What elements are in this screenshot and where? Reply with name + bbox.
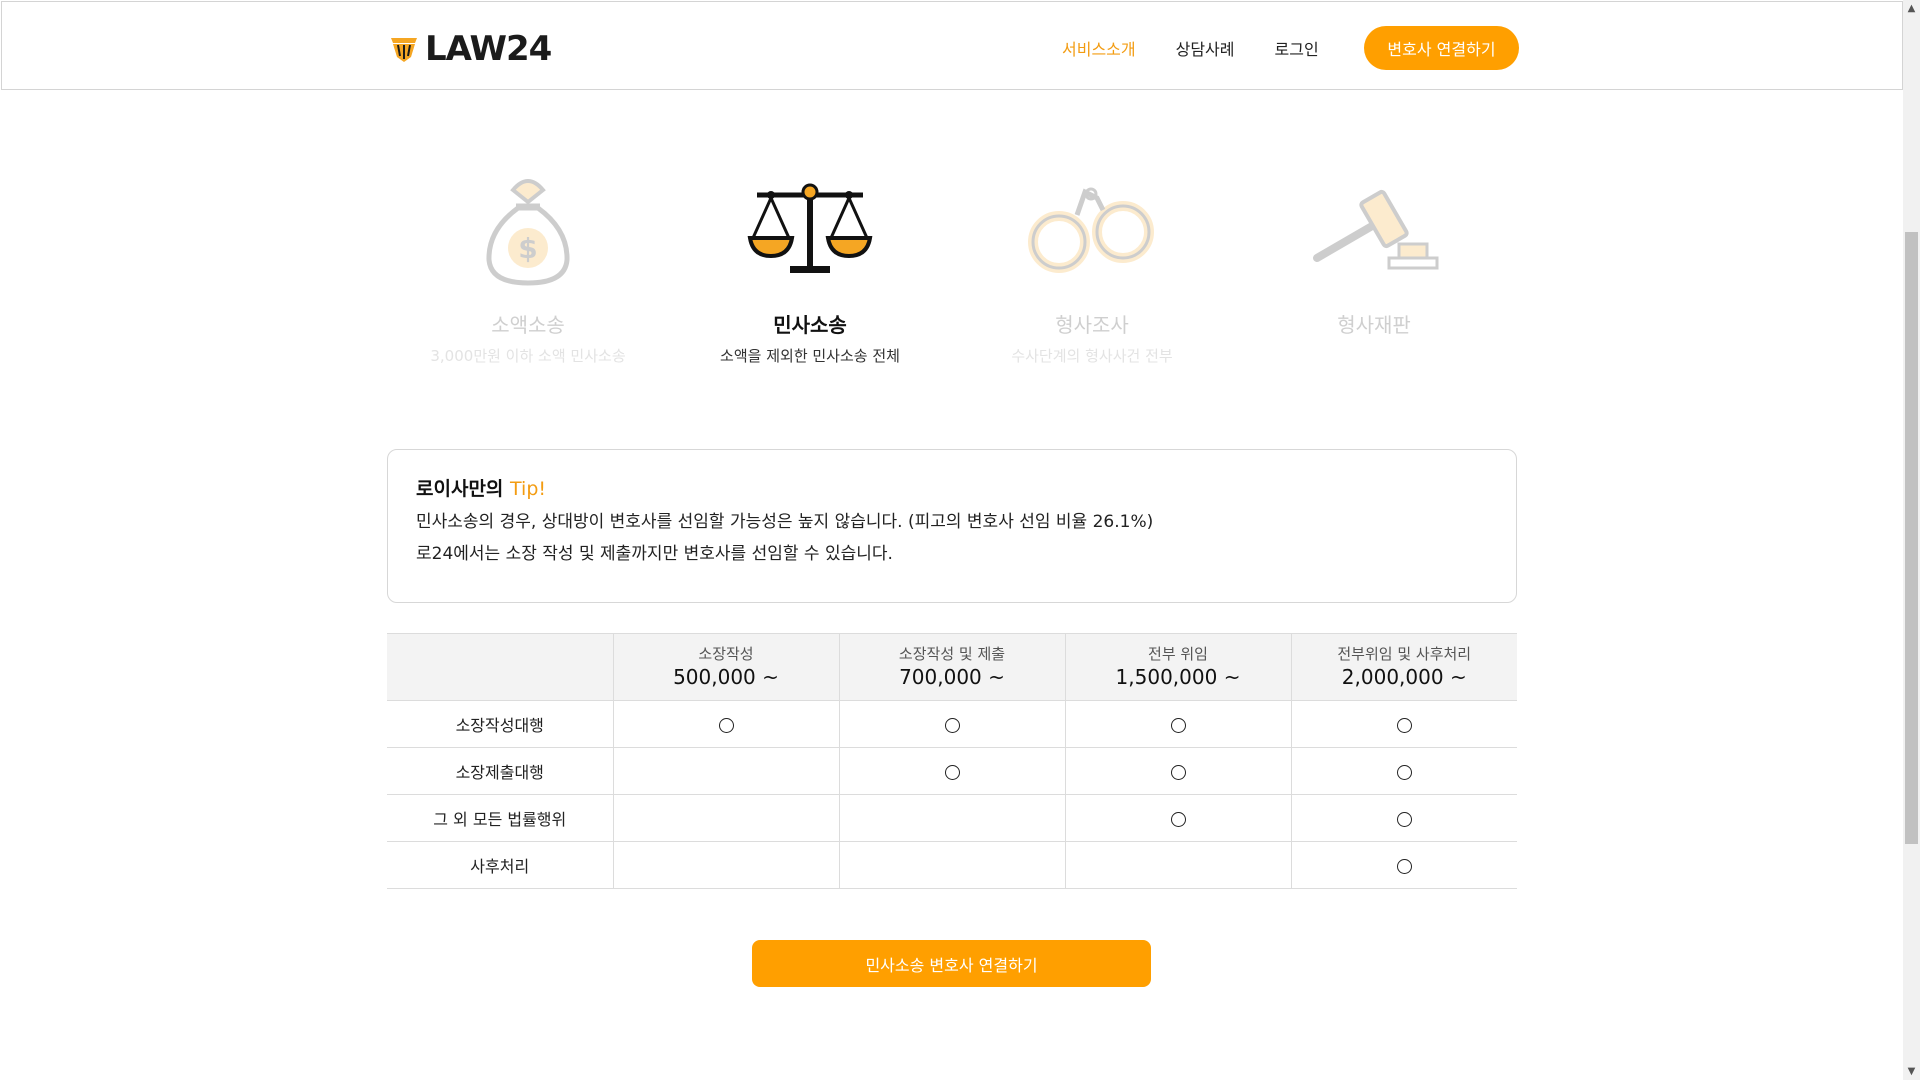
category-title: 소액소송 (491, 313, 565, 337)
page: LAW24 서비스소개 상담사례 로그인 변호사 연결하기 ▲ ▼ $ 소액소송… (0, 0, 1920, 1080)
category-small-claims[interactable]: $ 소액소송 3,000만원 이하 소액 민사소송 (387, 160, 669, 366)
circle-check-icon (944, 764, 960, 780)
category-desc: 3,000만원 이하 소액 민사소송 (430, 347, 626, 365)
table-cell (1065, 841, 1292, 889)
table-cell (1065, 794, 1292, 842)
category-title: 민사소송 (773, 313, 847, 337)
table-row: 소장제출대행 (387, 747, 1517, 795)
circle-check-icon (1170, 764, 1186, 780)
plan-name: 소장작성 (698, 645, 754, 663)
table-cell (839, 700, 1066, 748)
site-header: LAW24 서비스소개 상담사례 로그인 변호사 연결하기 (1, 1, 1903, 90)
table-header-plan: 전부위임 및 사후처리 2,000,000 ~ (1291, 633, 1517, 701)
row-label: 사후처리 (387, 841, 614, 889)
tip-title-accent: Tip! (510, 478, 546, 500)
category-desc: 소액을 제외한 민사소송 전체 (720, 347, 900, 365)
category-title: 형사조사 (1055, 313, 1129, 337)
table-cell (613, 841, 840, 889)
handcuffs-icon (1028, 187, 1154, 273)
table-body: 소장작성대행 소장제출대행 그 외 모든 법률행위 사후처리 (387, 700, 1517, 889)
connect-lawyer-button[interactable]: 변호사 연결하기 (1364, 26, 1519, 70)
scales-icon (747, 183, 873, 273)
row-label: 소장작성대행 (387, 700, 614, 748)
scroll-down-icon[interactable]: ▼ (1903, 1063, 1920, 1080)
table-cell (1065, 747, 1292, 795)
pricing-table: 소장작성 500,000 ~ 소장작성 및 제출 700,000 ~ 전부 위임… (387, 633, 1517, 889)
gavel-icon (1313, 189, 1439, 270)
nav-item-cases[interactable]: 상담사례 (1176, 36, 1235, 60)
table-row: 그 외 모든 법률행위 (387, 794, 1517, 842)
scroll-thumb[interactable] (1905, 232, 1918, 844)
circle-check-icon (944, 717, 960, 733)
nav-item-login[interactable]: 로그인 (1275, 36, 1319, 60)
plan-price: 500,000 ~ (673, 665, 779, 689)
main-nav: 서비스소개 상담사례 로그인 (1062, 27, 1359, 69)
table-cell (1291, 700, 1517, 748)
category-civil-lawsuit[interactable]: 민사소송 소액을 제외한 민사소송 전체 (669, 160, 951, 366)
plan-name: 전부위임 및 사후처리 (1337, 645, 1472, 663)
table-row: 사후처리 (387, 841, 1517, 889)
category-desc: 수사단계의 형사사건 전부 (1011, 347, 1173, 365)
shield-logo-icon (391, 38, 417, 62)
table-cell (839, 841, 1066, 889)
category-title: 형사재판 (1337, 313, 1411, 337)
category-criminal-investigation[interactable]: 형사조사 수사단계의 형사사건 전부 (951, 160, 1233, 366)
table-cell (613, 794, 840, 842)
scrollbar[interactable]: ▲ ▼ (1903, 0, 1920, 1080)
tip-title-prefix: 로이사만의 (416, 478, 511, 500)
circle-check-icon (718, 717, 734, 733)
nav-item-service-intro[interactable]: 서비스소개 (1062, 36, 1136, 60)
logo-text: LAW24 (425, 29, 552, 69)
table-header-row: 소장작성 500,000 ~ 소장작성 및 제출 700,000 ~ 전부 위임… (387, 633, 1517, 701)
tip-box: 로이사만의 Tip! 민사소송의 경우, 상대방이 변호사를 선임할 가능성은 … (387, 449, 1517, 603)
category-criminal-trial[interactable]: 형사재판 (1233, 160, 1515, 346)
circle-check-icon (1396, 764, 1412, 780)
table-row: 소장작성대행 (387, 700, 1517, 748)
circle-check-icon (1170, 717, 1186, 733)
table-cell (839, 747, 1066, 795)
table-cell (1291, 841, 1517, 889)
circle-check-icon (1396, 811, 1412, 827)
plan-name: 전부 위임 (1148, 645, 1208, 663)
table-header-plan: 소장작성 500,000 ~ (613, 633, 840, 701)
tip-line: 민사소송의 경우, 상대방이 변호사를 선임할 가능성은 높지 않습니다. (피… (416, 512, 1154, 532)
logo[interactable]: LAW24 (390, 29, 552, 69)
table-header-plan: 소장작성 및 제출 700,000 ~ (839, 633, 1066, 701)
plan-price: 2,000,000 ~ (1341, 665, 1467, 689)
circle-check-icon (1170, 811, 1186, 827)
table-header-plan: 전부 위임 1,500,000 ~ (1065, 633, 1292, 701)
table-cell (613, 700, 840, 748)
row-label: 소장제출대행 (387, 747, 614, 795)
civil-lawsuit-connect-button[interactable]: 민사소송 변호사 연결하기 (752, 940, 1151, 987)
circle-check-icon (1396, 858, 1412, 874)
plan-name: 소장작성 및 제출 (898, 645, 1006, 663)
table-cell (613, 747, 840, 795)
svg-text:$: $ (518, 232, 537, 265)
row-label: 그 외 모든 법률행위 (387, 794, 614, 842)
table-cell (1291, 747, 1517, 795)
table-cell (839, 794, 1066, 842)
table-cell (1065, 700, 1292, 748)
plan-price: 700,000 ~ (899, 665, 1005, 689)
plan-price: 1,500,000 ~ (1115, 665, 1241, 689)
circle-check-icon (1396, 717, 1412, 733)
tip-line: 로24에서는 소장 작성 및 제출까지만 변호사를 선임할 수 있습니다. (416, 544, 893, 564)
table-header-empty (387, 633, 614, 701)
scroll-up-icon[interactable]: ▲ (1903, 0, 1920, 17)
table-cell (1291, 794, 1517, 842)
category-selector: $ 소액소송 3,000만원 이하 소액 민사소송 민사소송 소액을 제외한 민… (387, 160, 1517, 380)
money-bag-icon: $ (486, 179, 570, 286)
tip-title: 로이사만의 Tip! (416, 476, 1488, 502)
